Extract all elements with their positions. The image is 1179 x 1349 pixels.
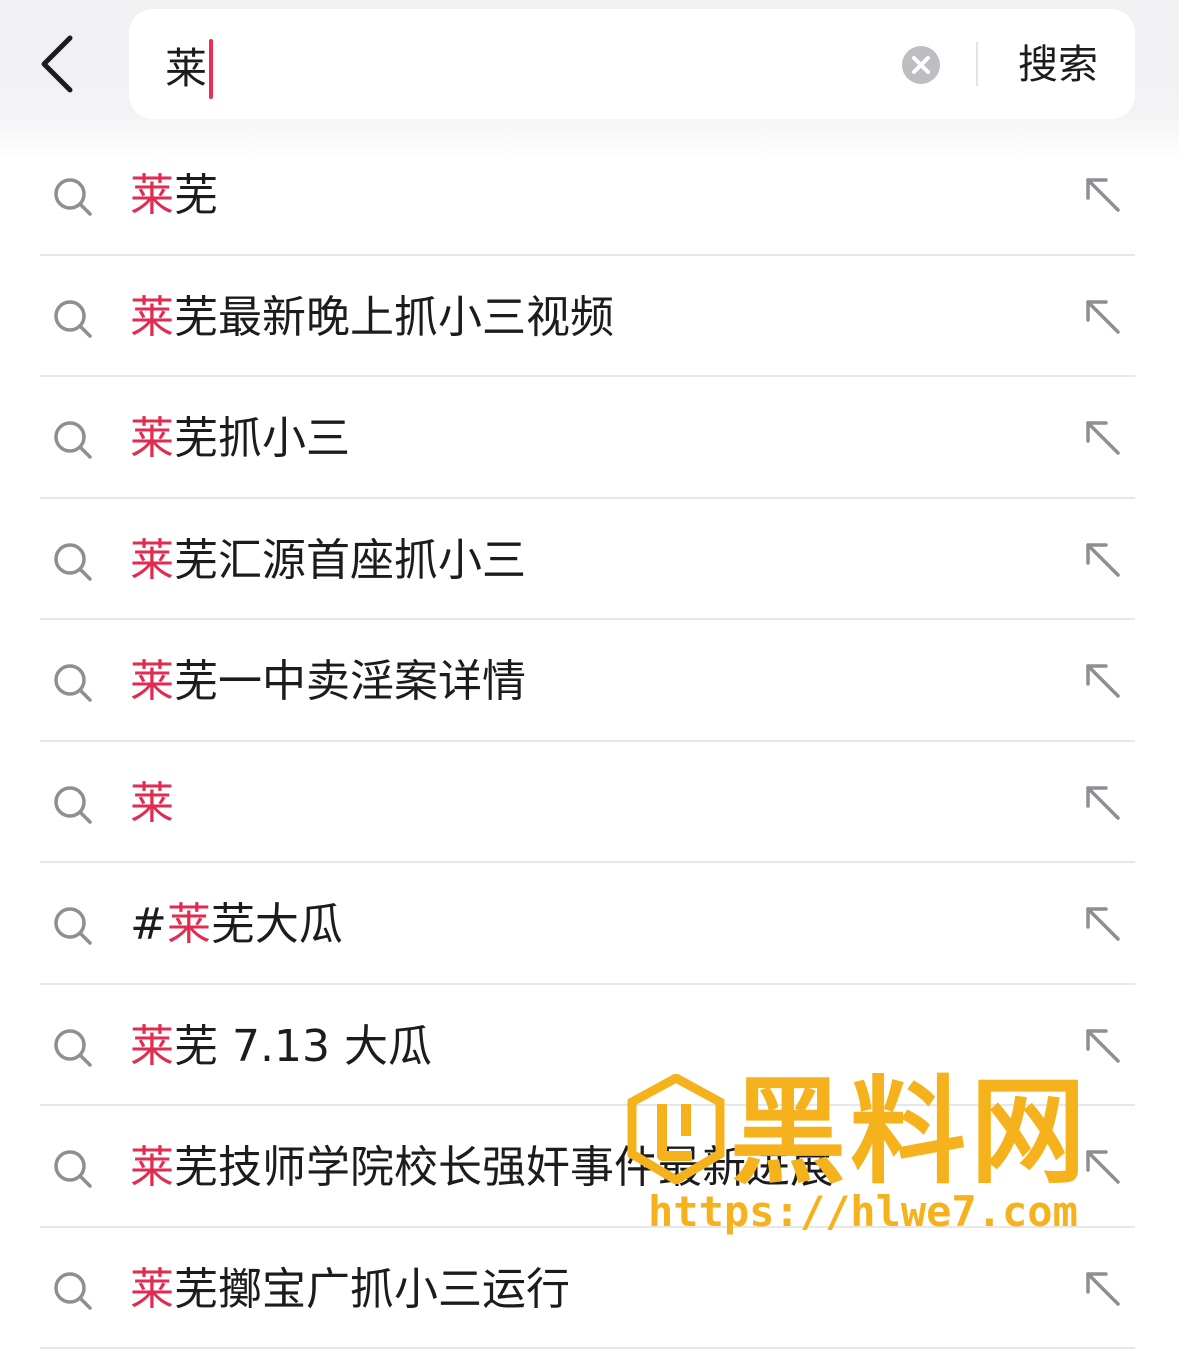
suggestion-row[interactable]: #莱芜大瓜 bbox=[0, 863, 1179, 985]
search-icon bbox=[52, 176, 94, 218]
suggestion-highlight: 莱 bbox=[130, 656, 174, 707]
text-caret bbox=[209, 39, 213, 99]
suggestion-highlight: 莱 bbox=[130, 535, 174, 586]
suggestion-text: 莱芜 7.13 大瓜 bbox=[130, 1019, 432, 1075]
watermark-url: https://hlwe7.com bbox=[648, 1186, 1078, 1238]
suggestion-rest: 芜抓小三 bbox=[174, 413, 350, 464]
arrow-up-left-icon[interactable] bbox=[1080, 294, 1124, 338]
chevron-left-icon bbox=[28, 28, 92, 100]
suggestion-text: 莱芜抓小三 bbox=[130, 411, 350, 467]
suggestion-row[interactable]: 莱芜 bbox=[0, 134, 1179, 256]
suggestion-highlight: 莱 bbox=[130, 413, 174, 464]
suggestion-rest: 芜大瓜 bbox=[211, 899, 343, 950]
arrow-up-left-icon[interactable] bbox=[1080, 1266, 1124, 1310]
arrow-up-left-icon[interactable] bbox=[1080, 1023, 1124, 1067]
search-icon bbox=[52, 662, 94, 704]
suggestion-highlight: 莱 bbox=[167, 899, 211, 950]
search-button[interactable]: 搜索 bbox=[999, 37, 1117, 93]
watermark: 黑料网 https://hlwe7.com bbox=[620, 1068, 1140, 1248]
suggestion-text: #莱芜大瓜 bbox=[130, 897, 343, 953]
search-divider bbox=[976, 42, 978, 86]
suggestion-rest: 芜最新晚上抓小三视频 bbox=[174, 292, 614, 343]
suggestion-text: 莱芜擲宝广抓小三运行 bbox=[130, 1262, 570, 1318]
suggestion-row[interactable]: 莱芜一中卖淫案详情 bbox=[0, 620, 1179, 742]
suggestion-text: 莱芜最新晚上抓小三视频 bbox=[130, 290, 614, 346]
suggestion-text: 莱芜 bbox=[130, 168, 218, 224]
suggestion-rest: 芜 bbox=[174, 170, 218, 221]
arrow-up-left-icon[interactable] bbox=[1080, 415, 1124, 459]
suggestion-rest: 芜汇源首座抓小三 bbox=[174, 535, 526, 586]
search-query-text: 莱 bbox=[165, 44, 207, 94]
arrow-up-left-icon[interactable] bbox=[1080, 658, 1124, 702]
clear-circle-icon bbox=[901, 45, 941, 85]
search-icon bbox=[52, 905, 94, 947]
suggestion-highlight: 莱 bbox=[130, 1021, 174, 1072]
suggestion-row[interactable]: 莱芜汇源首座抓小三 bbox=[0, 499, 1179, 621]
suggestion-rest: 芜 7.13 大瓜 bbox=[174, 1021, 432, 1072]
suggestion-text: 莱芜一中卖淫案详情 bbox=[130, 654, 526, 710]
suggestion-row[interactable]: 莱 bbox=[0, 742, 1179, 864]
search-icon bbox=[52, 1148, 94, 1190]
back-button[interactable] bbox=[28, 28, 92, 100]
suggestion-rest: 芜擲宝广抓小三运行 bbox=[174, 1264, 570, 1315]
suggestion-row[interactable]: 莱芜最新晚上抓小三视频 bbox=[0, 256, 1179, 378]
suggestion-text: 莱芜汇源首座抓小三 bbox=[130, 533, 526, 589]
arrow-up-left-icon[interactable] bbox=[1080, 172, 1124, 216]
suggestion-highlight: 莱 bbox=[130, 1264, 174, 1315]
suggestion-row[interactable]: 莱芜抓小三 bbox=[0, 377, 1179, 499]
clear-button[interactable] bbox=[901, 45, 941, 85]
search-icon bbox=[52, 1027, 94, 1069]
suggestion-rest: 芜一中卖淫案详情 bbox=[174, 656, 526, 707]
search-icon bbox=[52, 1270, 94, 1312]
search-icon bbox=[52, 298, 94, 340]
suggestion-highlight: 莱 bbox=[130, 170, 174, 221]
arrow-up-left-icon[interactable] bbox=[1080, 780, 1124, 824]
arrow-up-left-icon[interactable] bbox=[1080, 537, 1124, 581]
watermark-title: 黑料网 bbox=[730, 1068, 1090, 1198]
search-box[interactable]: 莱 搜索 bbox=[129, 9, 1135, 119]
suggestion-highlight: 莱 bbox=[130, 292, 174, 343]
search-input[interactable]: 莱 bbox=[165, 39, 213, 99]
search-icon bbox=[52, 419, 94, 461]
suggestion-prefix: # bbox=[130, 899, 167, 950]
suggestion-highlight: 莱 bbox=[130, 1142, 174, 1193]
arrow-up-left-icon[interactable] bbox=[1080, 901, 1124, 945]
search-icon bbox=[52, 784, 94, 826]
suggestion-text: 莱 bbox=[130, 776, 174, 832]
search-icon bbox=[52, 541, 94, 583]
suggestion-highlight: 莱 bbox=[130, 778, 174, 829]
watermark-logo-icon bbox=[626, 1074, 726, 1184]
